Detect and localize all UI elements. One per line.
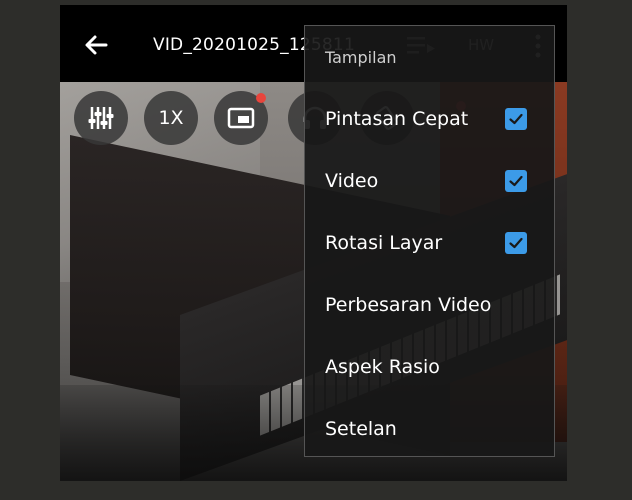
view-options-menu: Tampilan Pintasan Cepat Video Rotasi Lay… [304, 25, 555, 457]
check-icon [509, 175, 523, 187]
arrow-left-icon[interactable] [82, 31, 110, 59]
menu-item-settings[interactable]: Setelan [305, 401, 554, 457]
equalizer-button[interactable] [74, 91, 128, 145]
menu-item-screen-rotation[interactable]: Rotasi Layar [305, 215, 554, 271]
menu-item-label: Setelan [325, 418, 397, 440]
menu-item-aspect-ratio[interactable]: Aspek Rasio [305, 339, 554, 395]
check-icon [509, 237, 523, 249]
checkbox-checked[interactable] [505, 108, 527, 130]
menu-item-label: Aspek Rasio [325, 356, 440, 378]
picture-in-picture-icon [227, 107, 255, 129]
menu-item-video[interactable]: Video [305, 153, 554, 209]
menu-item-label: Rotasi Layar [325, 232, 443, 254]
playback-speed-label: 1X [158, 107, 184, 129]
menu-item-label: Video [325, 170, 379, 192]
equalizer-icon [88, 107, 114, 129]
checkbox-checked[interactable] [505, 232, 527, 254]
menu-item-video-zoom[interactable]: Perbesaran Video [305, 277, 554, 333]
menu-item-label: Pintasan Cepat [325, 108, 469, 130]
checkbox-checked[interactable] [505, 170, 527, 192]
check-icon [509, 113, 523, 125]
menu-item-label: Perbesaran Video [325, 294, 492, 316]
popup-notification-dot [256, 93, 266, 103]
menu-item-quick-shortcuts[interactable]: Pintasan Cepat [305, 91, 554, 147]
playback-speed-button[interactable]: 1X [144, 91, 198, 145]
menu-header: Tampilan [325, 48, 397, 67]
